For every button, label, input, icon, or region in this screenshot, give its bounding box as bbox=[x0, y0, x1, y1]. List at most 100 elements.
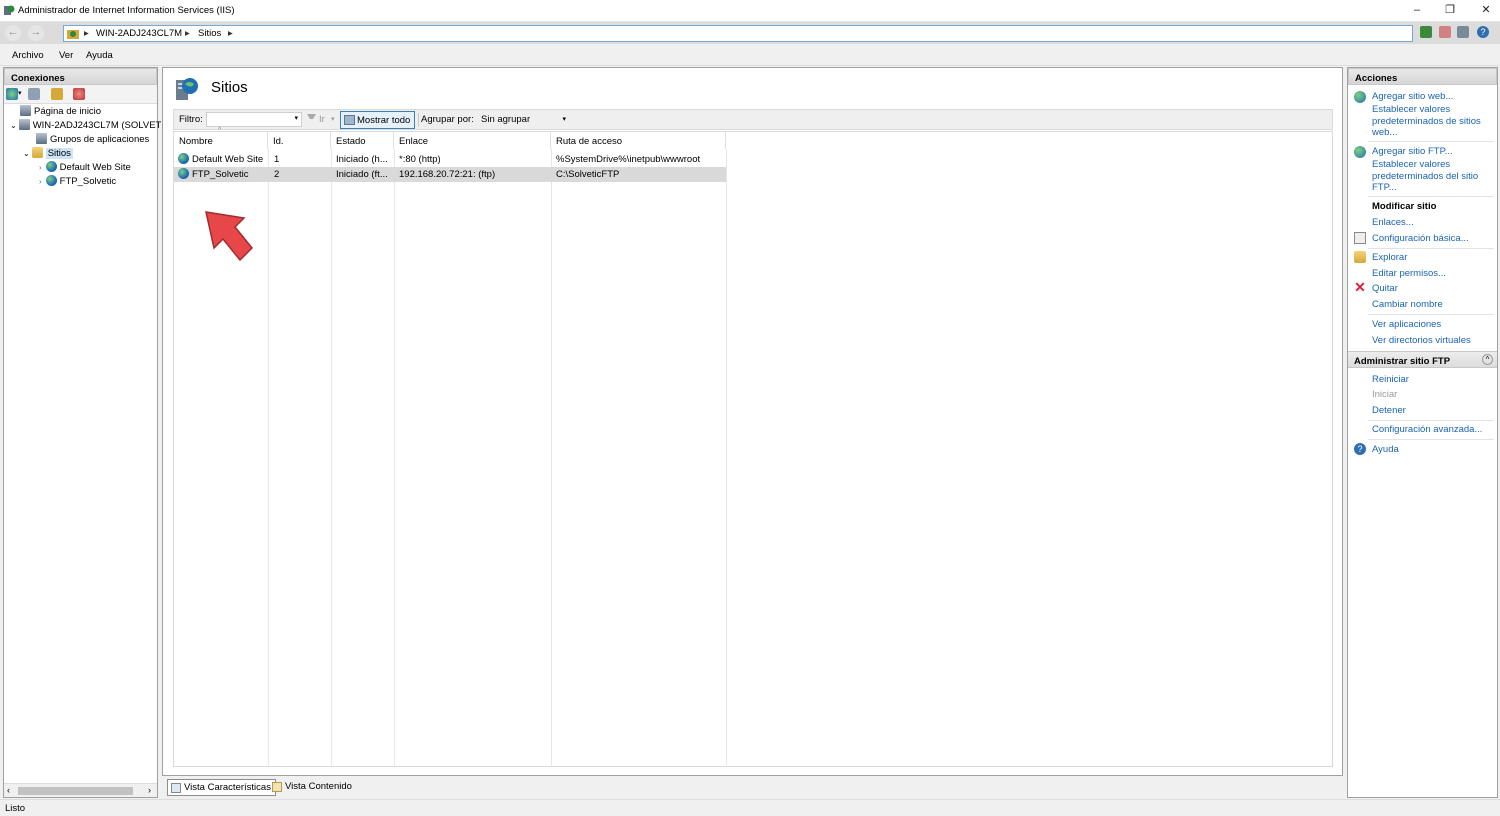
show-all-label: Mostrar todo bbox=[357, 115, 411, 126]
tree-start-page[interactable]: Página de inicio bbox=[7, 105, 157, 119]
show-all-button[interactable]: Mostrar todo bbox=[340, 111, 415, 129]
scroll-thumb[interactable] bbox=[18, 787, 133, 795]
site-name: Default Web Site bbox=[192, 154, 264, 165]
action-restart[interactable]: Reiniciar bbox=[1372, 374, 1494, 386]
action-rename[interactable]: Cambiar nombre bbox=[1372, 299, 1494, 311]
breadcrumb-sites[interactable]: Sitios bbox=[198, 28, 221, 39]
actions-panel: Acciones Agregar sitio web... Establecer… bbox=[1347, 67, 1498, 798]
chevron-right-icon[interactable]: › bbox=[39, 177, 42, 186]
column-header-state[interactable]: Estado bbox=[331, 132, 394, 149]
breadcrumb-server[interactable]: WIN-2ADJ243CL7M bbox=[96, 28, 182, 39]
iis-app-icon bbox=[4, 5, 15, 15]
action-start: Iniciar bbox=[1372, 389, 1398, 400]
restore-button[interactable]: ❐ bbox=[1443, 3, 1457, 17]
chevron-down-icon[interactable]: ▾ bbox=[331, 115, 335, 123]
connections-tree: Página de inicio ⌄ WIN-2ADJ243CL7M (SOLVE… bbox=[7, 105, 171, 189]
divider bbox=[1368, 314, 1494, 315]
menu-archivo[interactable]: Archivo bbox=[12, 50, 44, 61]
column-header-path[interactable]: Ruta de acceso bbox=[551, 132, 726, 149]
tree-label: FTP_Solvetic bbox=[59, 176, 117, 187]
tree-sites[interactable]: ⌄ Sitios bbox=[7, 147, 157, 161]
horizontal-scrollbar[interactable]: ‹ › bbox=[4, 783, 157, 797]
close-button[interactable]: ✕ bbox=[1479, 3, 1493, 17]
tree-app-pools[interactable]: Grupos de aplicaciones bbox=[7, 133, 157, 147]
action-add-ftp-site[interactable]: Agregar sitio FTP... bbox=[1372, 146, 1494, 158]
tree-server[interactable]: ⌄ WIN-2ADJ243CL7M (SOLVETIC bbox=[7, 119, 171, 133]
features-view-icon bbox=[171, 783, 181, 793]
collapse-icon[interactable]: ^ bbox=[1482, 354, 1493, 365]
column-header-binding[interactable]: Enlace bbox=[394, 132, 551, 149]
go-button[interactable]: Ir bbox=[319, 114, 325, 125]
chevron-down-icon[interactable]: ⌄ bbox=[23, 149, 30, 158]
group-by-select[interactable]: Sin agrupar ▾ bbox=[478, 112, 568, 128]
save-icon[interactable] bbox=[28, 88, 40, 100]
up-folder-icon[interactable] bbox=[51, 88, 63, 100]
action-remove[interactable]: Quitar bbox=[1372, 283, 1494, 295]
connect-icon[interactable] bbox=[6, 88, 18, 100]
action-ftp-site-defaults[interactable]: Establecer valores predeterminados del s… bbox=[1372, 159, 1494, 194]
group-by-value: Sin agrupar bbox=[481, 114, 531, 125]
column-divider bbox=[394, 149, 395, 767]
disconnect-icon[interactable] bbox=[73, 88, 85, 100]
action-explore[interactable]: Explorar bbox=[1372, 252, 1494, 264]
table-row-selected[interactable]: FTP_Solvetic 2 Iniciado (ft... 192.168.2… bbox=[174, 167, 726, 182]
action-basic-settings[interactable]: Configuración básica... bbox=[1372, 233, 1494, 245]
group-by-label: Agrupar por: bbox=[421, 114, 474, 125]
column-header-name[interactable]: Nombre bbox=[174, 132, 268, 149]
action-advanced-settings[interactable]: Configuración avanzada... bbox=[1372, 424, 1494, 436]
forward-button[interactable]: → bbox=[28, 25, 44, 41]
cell-binding: 192.168.20.72:21: (ftp) bbox=[399, 169, 496, 180]
action-bindings[interactable]: Enlaces... bbox=[1372, 217, 1494, 229]
chevron-right-icon[interactable]: › bbox=[39, 163, 42, 172]
tab-features-view[interactable]: Vista Características bbox=[167, 779, 276, 796]
action-add-web-site[interactable]: Agregar sitio web... bbox=[1372, 91, 1494, 103]
globe-icon bbox=[45, 161, 57, 172]
action-view-virtual-dirs[interactable]: Ver directorios virtuales bbox=[1372, 335, 1494, 347]
back-button[interactable]: ← bbox=[5, 25, 21, 41]
action-edit-permissions[interactable]: Editar permisos... bbox=[1372, 268, 1494, 280]
add-web-site-icon bbox=[1354, 91, 1366, 103]
tree-site-ftp[interactable]: › FTP_Solvetic bbox=[7, 175, 157, 189]
chevron-down-icon[interactable]: ▾ bbox=[294, 114, 298, 122]
sites-folder-icon bbox=[67, 30, 79, 39]
menu-bar: Archivo Ver Ayuda bbox=[0, 44, 1500, 66]
refresh-icon[interactable] bbox=[1420, 26, 1432, 38]
column-divider bbox=[331, 149, 332, 767]
chevron-down-icon[interactable]: ▾ bbox=[562, 115, 566, 123]
help-icon[interactable]: ? bbox=[1477, 26, 1489, 38]
scroll-right-icon[interactable]: › bbox=[148, 785, 151, 795]
chevron-down-icon[interactable]: ▾ bbox=[18, 89, 22, 97]
address-bar: ← → ▸ WIN-2ADJ243CL7M ▸ Sitios ▸ ? bbox=[0, 22, 1500, 44]
address-box[interactable]: ▸ WIN-2ADJ243CL7M ▸ Sitios ▸ bbox=[63, 25, 1413, 42]
chevron-down-icon[interactable]: ⌄ bbox=[10, 121, 17, 130]
tab-content-view[interactable]: Vista Contenido bbox=[269, 779, 356, 796]
home-icon[interactable] bbox=[1457, 26, 1469, 38]
divider bbox=[1368, 196, 1494, 197]
menu-ver[interactable]: Ver bbox=[59, 50, 73, 61]
action-web-site-defaults[interactable]: Establecer valores predeterminados de si… bbox=[1372, 104, 1494, 139]
manage-ftp-section-header[interactable]: Administrar sitio FTP ^ bbox=[1348, 351, 1497, 368]
tree-site-default[interactable]: › Default Web Site bbox=[7, 161, 157, 175]
filter-bar: Filtro: ▾ Ir ▾ Mostrar todo Agrupar por:… bbox=[173, 109, 1333, 130]
sites-content-panel: Sitios Filtro: ▾ Ir ▾ Mostrar todo Agrup… bbox=[162, 67, 1343, 776]
filter-input[interactable]: ▾ bbox=[206, 112, 302, 127]
globe-icon bbox=[45, 175, 57, 186]
divider bbox=[1368, 248, 1494, 249]
menu-ayuda[interactable]: Ayuda bbox=[86, 50, 113, 61]
column-header-id[interactable]: Id. bbox=[268, 132, 331, 149]
action-stop[interactable]: Detener bbox=[1372, 405, 1494, 417]
table-row[interactable]: Default Web Site 1 Iniciado (h... *:80 (… bbox=[174, 152, 726, 167]
status-bar: Listo bbox=[0, 799, 1500, 816]
stop-icon[interactable] bbox=[1439, 26, 1451, 38]
tab-label: Vista Contenido bbox=[285, 781, 352, 792]
tree-label: Página de inicio bbox=[34, 106, 102, 117]
cell-state: Iniciado (h... bbox=[336, 154, 388, 165]
filter-label: Filtro: bbox=[179, 114, 203, 125]
action-view-applications[interactable]: Ver aplicaciones bbox=[1372, 319, 1494, 331]
minimize-button[interactable]: – bbox=[1410, 3, 1424, 17]
tree-label: Grupos de aplicaciones bbox=[50, 134, 150, 145]
divider bbox=[1368, 420, 1494, 421]
action-help[interactable]: Ayuda bbox=[1372, 444, 1494, 456]
column-divider bbox=[268, 149, 269, 767]
scroll-left-icon[interactable]: ‹ bbox=[7, 785, 10, 795]
